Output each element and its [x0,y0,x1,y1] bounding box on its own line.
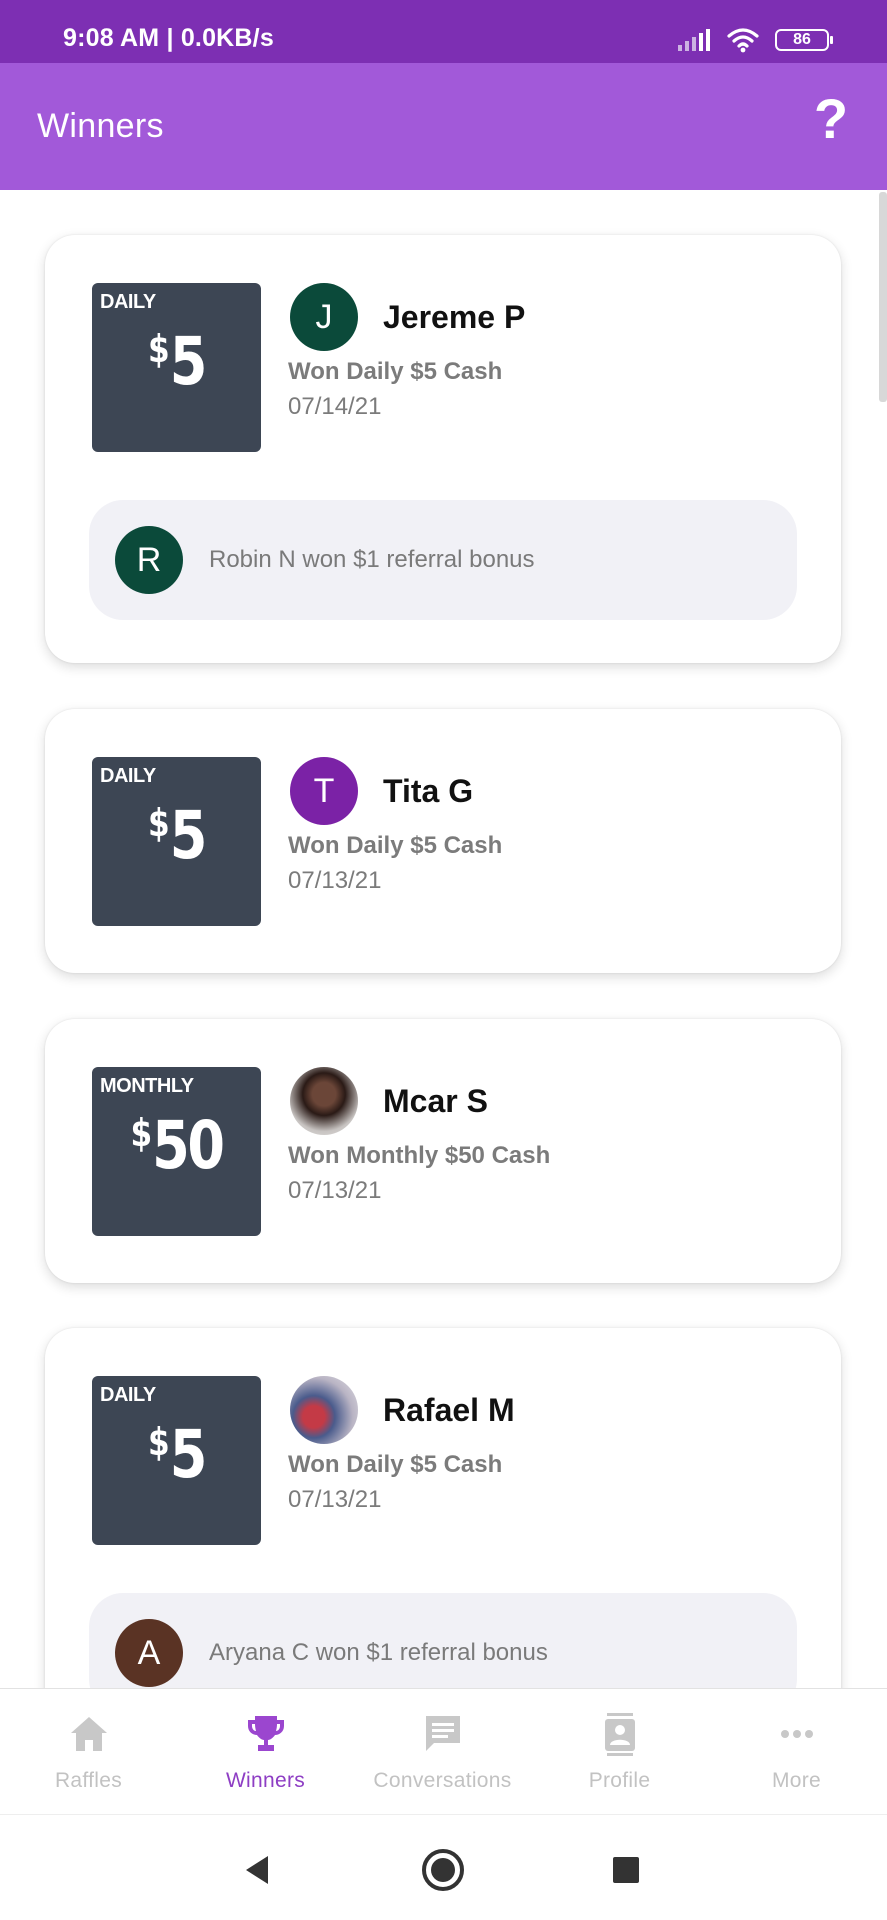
profile-icon [604,1713,635,1756]
won-date: 07/13/21 [288,1177,382,1204]
prize-amount: $5 [148,797,208,874]
back-triangle-icon [246,1856,268,1884]
winner-card[interactable]: DAILY $5 J Jereme P Won Daily $5 Cash 07… [45,235,841,663]
avatar-photo [290,1067,358,1135]
winner-card[interactable]: MONTHLY $50 Mcar S Won Monthly $50 Cash … [45,1019,841,1283]
app-bar: Winners ? [0,63,887,190]
won-date: 07/13/21 [288,867,382,894]
winner-name: Tita G [383,773,474,809]
home-circle-icon [422,1849,464,1891]
avatar-photo [290,1376,358,1444]
prize-amount-value: 5 [169,797,208,874]
page-title: Winners [37,107,164,145]
status-bar: 9:08 AM | 0.0KB/s 86 [0,0,887,63]
referral-bonus: R Robin N won $1 referral bonus [89,500,797,620]
prize-amount: $5 [148,323,208,400]
referral-text: Aryana C won $1 referral bonus [209,1639,548,1666]
nav-label: Winners [225,1769,306,1792]
chat-icon [425,1716,460,1751]
nav-label: Conversations [373,1769,512,1792]
wifi-icon [727,28,759,53]
nav-winners[interactable]: Winners [177,1689,354,1815]
won-date: 07/13/21 [288,1486,382,1513]
nav-label: More [771,1769,822,1792]
prize-amount-value: 5 [169,323,208,400]
signal-icon [678,29,710,51]
won-description: Won Daily $5 Cash [288,832,503,859]
prize-period: MONTHLY [100,1075,194,1097]
nav-conversations[interactable]: Conversations [354,1689,531,1815]
status-time: 9:08 AM | 0.0KB/s [63,24,274,52]
scrollbar[interactable] [879,192,887,402]
bottom-nav: Raffles Winners Conversations Profile Mo… [0,1688,887,1815]
prize-badge: DAILY $5 [92,283,261,452]
referral-avatar: R [115,526,183,594]
nav-profile[interactable]: Profile [531,1689,708,1815]
won-date: 07/14/21 [288,393,382,420]
referral-bonus: A Aryana C won $1 referral bonus [89,1593,797,1688]
prize-amount: $5 [148,1416,208,1493]
won-description: Won Monthly $50 Cash [288,1142,551,1169]
winner-card[interactable]: DAILY $5 Rafael M Won Daily $5 Cash 07/1… [45,1328,841,1688]
avatar: J [290,283,358,351]
status-icons: 86 [677,25,833,55]
more-dots-icon [780,1730,813,1738]
nav-label: Raffles [54,1769,123,1792]
nav-more[interactable]: More [708,1689,885,1815]
battery-level: 86 [793,31,811,48]
won-description: Won Daily $5 Cash [288,1451,503,1478]
home-button[interactable] [418,1845,468,1895]
prize-period: DAILY [100,291,156,313]
battery-icon: 86 [775,29,833,51]
winners-list[interactable]: DAILY $5 J Jereme P Won Daily $5 Cash 07… [0,190,887,1688]
winner-name: Rafael M [383,1392,515,1428]
winner-card[interactable]: DAILY $5 T Tita G Won Daily $5 Cash 07/1… [45,709,841,973]
winner-name: Mcar S [383,1083,488,1119]
winner-name: Jereme P [383,299,526,335]
prize-amount: $50 [130,1107,225,1184]
nav-label: Profile [588,1769,651,1792]
prize-badge: DAILY $5 [92,1376,261,1545]
referral-avatar: A [115,1619,183,1687]
nav-raffles[interactable]: Raffles [0,1689,177,1815]
home-icon [70,1717,107,1751]
prize-period: DAILY [100,765,156,787]
referral-text: Robin N won $1 referral bonus [209,546,535,573]
system-nav-bar [0,1814,887,1920]
prize-amount-value: 5 [169,1416,208,1493]
help-icon[interactable]: ? [809,89,853,149]
avatar: T [290,757,358,825]
prize-badge: DAILY $5 [92,757,261,926]
winners-screen: 9:08 AM | 0.0KB/s 86 Winners ? DAILY $5 … [0,0,887,1920]
prize-amount-value: 50 [152,1107,225,1184]
trophy-icon [247,1716,284,1751]
prize-badge: MONTHLY $50 [92,1067,261,1236]
recents-button[interactable] [601,1845,651,1895]
back-button[interactable] [232,1845,282,1895]
recents-square-icon [613,1857,639,1883]
prize-period: DAILY [100,1384,156,1406]
won-description: Won Daily $5 Cash [288,358,503,385]
